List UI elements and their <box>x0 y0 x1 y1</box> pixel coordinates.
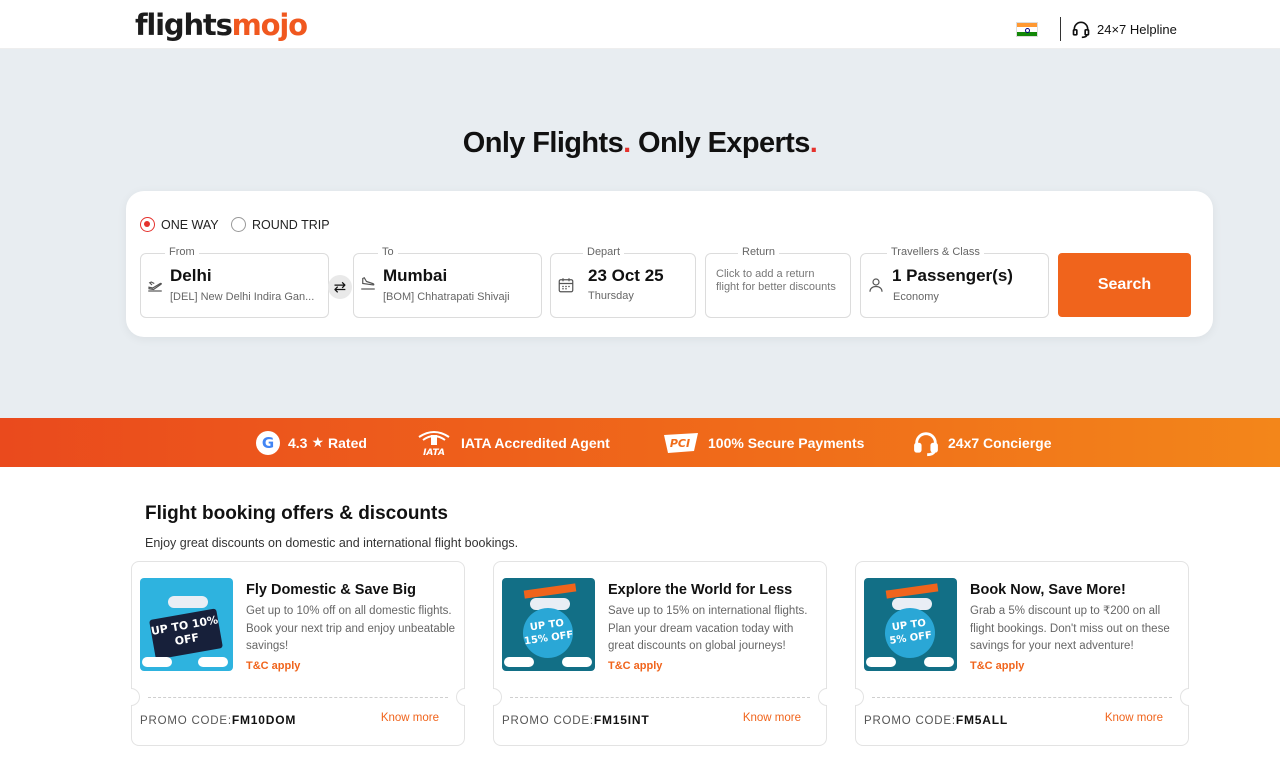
calendar-icon <box>558 278 574 293</box>
radio-unselected-icon <box>231 217 246 232</box>
divider <box>510 697 810 698</box>
return-hint: Click to add a return flight for better … <box>716 268 836 293</box>
divider <box>872 697 1172 698</box>
offer-card[interactable]: UP TO 15% OFF Explore the World for Less… <box>493 561 827 746</box>
offer-title: Explore the World for Less <box>608 582 793 598</box>
to-airport: [BOM] Chhatrapati Shivaji <box>383 291 510 303</box>
terms-link[interactable]: T&C apply <box>608 660 662 672</box>
landing-icon <box>361 276 375 290</box>
user-icon <box>869 278 883 292</box>
iata-badge: IATA IATA Accredited Agent <box>415 418 610 467</box>
radio-selected-icon <box>140 217 155 232</box>
depart-date-field[interactable]: Depart 23 Oct 25 Thursday <box>550 246 696 318</box>
passenger-count: 1 Passenger(s) <box>892 266 1013 285</box>
one-way-radio[interactable]: ONE WAY <box>140 217 219 232</box>
know-more-link[interactable]: Know more <box>743 712 801 724</box>
google-rating: G 4.3 ★ Rated <box>256 418 367 467</box>
hero-section: Only Flights. Only Experts. ONE WAY ROUN… <box>0 49 1280 418</box>
offers-heading: Flight booking offers & discounts <box>145 503 448 524</box>
swap-cities-button[interactable]: ⇄ <box>328 275 352 299</box>
cabin-class: Economy <box>893 291 939 303</box>
from-field[interactable]: From Delhi [DEL] New Delhi Indira Gan... <box>140 246 329 318</box>
header-divider <box>1060 17 1061 41</box>
headset-icon <box>914 431 938 456</box>
to-city: Mumbai <box>383 266 448 285</box>
offer-description: Grab a 5% discount up to ₹200 on all fli… <box>970 605 1170 652</box>
svg-text:PCI: PCI <box>670 437 690 450</box>
svg-text:IATA: IATA <box>423 448 445 457</box>
offer-title: Book Now, Save More! <box>970 582 1126 598</box>
promo-code: PROMO CODE:FM10DOM <box>140 713 297 727</box>
return-date-field[interactable]: Return Click to add a return flight for … <box>705 246 851 318</box>
depart-date: 23 Oct 25 <box>588 266 664 285</box>
depart-label: Depart <box>583 246 625 258</box>
headset-icon <box>1072 21 1090 39</box>
know-more-link[interactable]: Know more <box>1105 712 1163 724</box>
star-icon: ★ <box>311 434 325 450</box>
offers-subtitle: Enjoy great discounts on domestic and in… <box>145 536 519 550</box>
depart-day: Thursday <box>588 290 634 302</box>
helpline-link[interactable]: 24×7 Helpline <box>1071 19 1177 39</box>
helpline-label: 24×7 Helpline <box>1097 21 1177 37</box>
iata-icon: IATA <box>418 430 450 457</box>
hero-title: Only Flights. Only Experts. <box>462 127 818 159</box>
offer-description: Save up to 15% on international flights.… <box>608 605 808 652</box>
terms-link[interactable]: T&C apply <box>970 660 1024 672</box>
india-flag-icon[interactable] <box>1016 22 1038 37</box>
divider <box>148 697 448 698</box>
pci-shield-icon: PCI <box>664 432 698 453</box>
offer-card[interactable]: UP TO 5% OFF Book Now, Save More! Grab a… <box>855 561 1189 746</box>
secure-payments-badge: PCI 100% Secure Payments <box>662 418 864 467</box>
offer-description: Get up to 10% off on all domestic flight… <box>246 605 456 652</box>
promo-code: PROMO CODE:FM5ALL <box>864 713 1009 727</box>
offer-title: Fly Domestic & Save Big <box>246 582 417 598</box>
from-city: Delhi <box>170 266 212 285</box>
search-button[interactable]: Search <box>1058 253 1191 317</box>
site-header: flightsmojo 24×7 Helpline <box>0 0 1280 49</box>
return-label: Return <box>738 246 780 258</box>
from-airport: [DEL] New Delhi Indira Gan... <box>170 291 315 303</box>
google-icon: G <box>256 430 280 455</box>
takeoff-icon <box>148 281 162 292</box>
offer-image: UP TO 5% OFF <box>864 578 957 671</box>
offer-image: UP TO 10% OFF <box>140 578 233 671</box>
to-field[interactable]: To Mumbai [BOM] Chhatrapati Shivaji <box>353 246 542 318</box>
flightsmojo-logo[interactable]: flightsmojo <box>135 8 308 42</box>
know-more-link[interactable]: Know more <box>381 712 439 724</box>
terms-link[interactable]: T&C apply <box>246 660 300 672</box>
flight-search-form: ONE WAY ROUND TRIP From Delhi [DEL] New … <box>126 191 1213 337</box>
offer-image: UP TO 15% OFF <box>502 578 595 671</box>
trust-bar: G 4.3 ★ Rated IATA IATA Accredited Agent… <box>0 418 1280 467</box>
from-label: From <box>165 246 199 258</box>
travellers-class-field[interactable]: Travellers & Class 1 Passenger(s) Econom… <box>860 246 1049 318</box>
offer-card[interactable]: UP TO 10% OFF Fly Domestic & Save Big Ge… <box>131 561 465 746</box>
to-label: To <box>378 246 398 258</box>
promo-code: PROMO CODE:FM15INT <box>502 713 650 727</box>
travellers-label: Travellers & Class <box>887 246 984 258</box>
swap-icon: ⇄ <box>333 279 347 296</box>
round-trip-radio[interactable]: ROUND TRIP <box>231 217 330 232</box>
concierge-badge: 24x7 Concierge <box>912 418 1052 467</box>
